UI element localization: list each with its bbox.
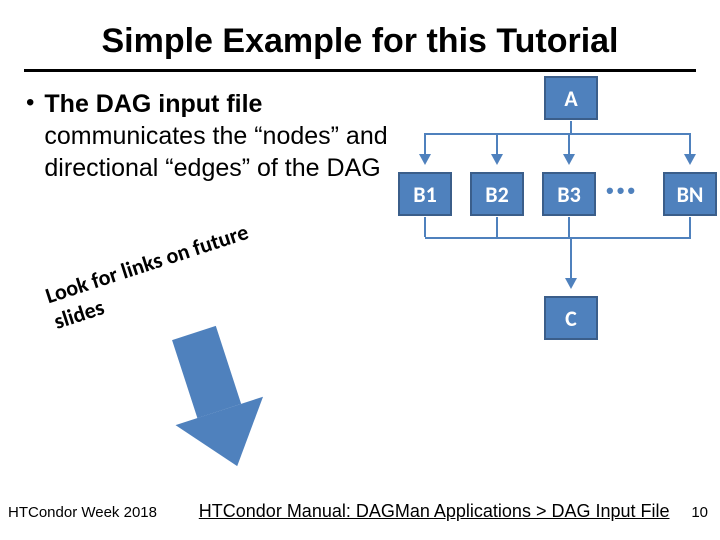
bullet-rest: communicates the “nodes” and directional… <box>44 122 387 182</box>
footer-event: HTCondor Week 2018 <box>8 504 157 521</box>
page-number: 10 <box>691 504 708 521</box>
arrow-down-icon <box>563 154 575 165</box>
node-a: A <box>544 76 598 120</box>
bullet-dot: • <box>26 88 34 118</box>
edge-line <box>689 217 691 237</box>
node-b3: B3 <box>542 172 596 216</box>
big-arrow-icon <box>172 319 281 473</box>
footer: HTCondor Week 2018 HTCondor Manual: DAGM… <box>8 501 708 522</box>
node-bn: BN <box>663 172 717 216</box>
content-area: • The DAG input file communicates the “n… <box>0 88 720 184</box>
node-c: C <box>544 296 598 340</box>
bullet-item: • The DAG input file communicates the “n… <box>26 88 416 184</box>
node-b2: B2 <box>470 172 524 216</box>
arrow-down-icon <box>491 154 503 165</box>
edge-line <box>425 237 691 239</box>
slide-title: Simple Example for this Tutorial <box>0 0 720 69</box>
title-divider <box>24 69 696 72</box>
arrow-down-icon <box>419 154 431 165</box>
edge-line <box>496 217 498 237</box>
edge-line <box>424 133 426 155</box>
edge-line <box>568 133 570 155</box>
footer-link[interactable]: HTCondor Manual: DAGMan Applications > D… <box>199 501 670 522</box>
node-b1: B1 <box>398 172 452 216</box>
edge-line <box>568 217 570 237</box>
edge-line <box>689 133 691 155</box>
edge-line <box>570 121 572 133</box>
dag-diagram: A B1 B2 B3 ••• BN C <box>400 76 720 376</box>
arrow-down-icon <box>565 278 577 289</box>
edge-line <box>424 217 426 237</box>
bullet-text: The DAG input file communicates the “nod… <box>44 88 416 184</box>
ellipsis-icon: ••• <box>606 178 638 204</box>
annotation-text: Look for links on future slides <box>42 203 306 335</box>
edge-line <box>496 133 498 155</box>
edge-line <box>570 239 572 279</box>
arrow-down-icon <box>684 154 696 165</box>
edge-line <box>425 133 691 135</box>
bullet-bold: The DAG input file <box>44 90 262 118</box>
